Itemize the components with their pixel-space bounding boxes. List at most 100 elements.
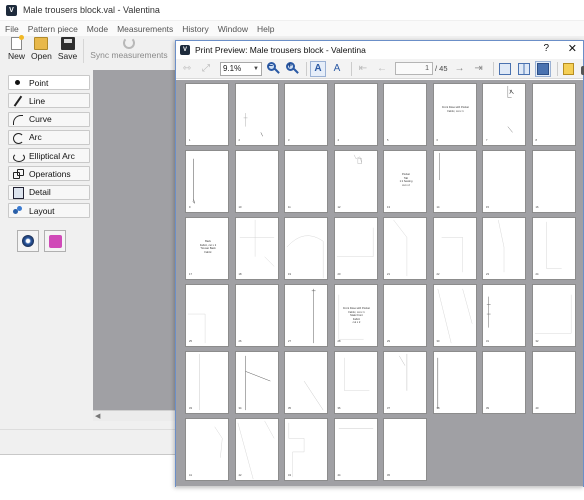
page-total: / 45	[435, 64, 448, 73]
page-thumbnail[interactable]: 24	[531, 217, 576, 280]
page-thumbnail[interactable]: 20	[333, 217, 378, 280]
page-thumbnail[interactable]: 12	[333, 150, 378, 213]
page-thumbnail[interactable]: 5	[383, 83, 427, 146]
scroll-left-icon[interactable]: ◀	[95, 412, 100, 420]
page-thumbnail[interactable]: 4	[333, 83, 378, 146]
close-button[interactable]: ✕	[568, 42, 577, 55]
first-page-icon[interactable]: ⇤	[355, 61, 371, 77]
pattern-outline	[244, 355, 270, 411]
page-thumbnail[interactable]: 19	[284, 217, 328, 280]
next-page-icon[interactable]: →	[452, 61, 468, 77]
tool-layout-button[interactable]: Layout	[8, 203, 90, 219]
page-thumbnail[interactable]: 25	[185, 284, 229, 347]
facing-pages-view-icon[interactable]	[516, 61, 532, 77]
page-thumbnail[interactable]: 45	[383, 418, 427, 481]
pattern-outline	[507, 85, 514, 133]
page-thumbnail[interactable]: 34	[234, 351, 279, 414]
page-thumbnail[interactable]: 43	[284, 418, 328, 481]
page-thumbnail[interactable]: 27	[284, 284, 328, 347]
tool-point-button[interactable]: Point	[8, 75, 90, 90]
page-thumbnail[interactable]: 21	[383, 217, 427, 280]
open-button[interactable]: Open	[31, 37, 52, 61]
tool-elliptical-arc-button[interactable]: Elliptical Arc	[8, 148, 90, 164]
page-thumbnail[interactable]: 35	[284, 351, 328, 414]
page-thumbnail[interactable]: 10	[234, 150, 279, 213]
page-thumbnail[interactable]: 42	[234, 418, 279, 481]
zoom-combo[interactable]: 9.1% ▼	[220, 61, 262, 76]
canvas-horizontal-scrollbar[interactable]: ◀	[93, 410, 178, 421]
overview-all-pages-icon[interactable]	[534, 60, 551, 77]
main-toolbar: New Open Save Sync measurements	[0, 35, 175, 67]
page-thumbnail[interactable]: 15	[482, 150, 526, 213]
last-page-icon[interactable]: ⇥	[471, 61, 487, 77]
page-thumbnail[interactable]: 26	[234, 284, 279, 347]
menu-file[interactable]: File	[5, 24, 19, 34]
menu-mode[interactable]: Mode	[87, 24, 108, 34]
tool-detail-button[interactable]: Detail	[8, 184, 90, 200]
page-thumbnail[interactable]: 32	[531, 284, 576, 347]
page-thumbnail[interactable]: 18	[234, 217, 279, 280]
help-button[interactable]: ?	[543, 43, 549, 54]
page-thumbnail[interactable]: Back Fabric, cut x 2 Trouser Back Fabric 17	[185, 217, 229, 280]
page-thumbnail[interactable]: 8	[531, 83, 576, 146]
portrait-icon[interactable]: A	[310, 60, 326, 77]
fit-width-icon[interactable]: ⇿	[179, 61, 195, 77]
page-thumbnail[interactable]: 3	[284, 83, 328, 146]
page-thumbnail[interactable]: 41	[185, 418, 229, 481]
page-number: 34	[238, 407, 242, 411]
page-thumbnail[interactable]: 29	[383, 284, 427, 347]
single-page-view-icon[interactable]	[497, 61, 513, 77]
tool-line-button[interactable]: Line	[8, 93, 90, 109]
page-number: 12	[337, 206, 341, 210]
page-thumbnail[interactable]: 38	[432, 351, 477, 414]
page-setup-icon[interactable]	[561, 61, 577, 77]
menu-help[interactable]: Help	[257, 24, 274, 34]
export-layout-icon[interactable]	[44, 230, 66, 252]
page-thumbnail[interactable]: 22	[432, 217, 477, 280]
page-thumbnail[interactable]: Pocket Tab 1:1 Sewing cut x 2 13	[383, 150, 427, 213]
tool-operations-button[interactable]: Operations	[8, 166, 90, 182]
tool-curve-button[interactable]: Curve	[8, 111, 90, 127]
page-thumbnail[interactable]: 31	[482, 284, 526, 347]
page-thumbnail[interactable]: 39	[482, 351, 526, 414]
page-thumbnail[interactable]: Front Dose with Pocket Fabric, cut x 1 Mal…	[333, 284, 378, 347]
page-label-text: Back Fabric, cut x 2 Trouser Back Fabric	[190, 240, 226, 254]
zoom-out-icon[interactable]: –	[265, 60, 281, 77]
page-thumbnail[interactable]: 7	[482, 83, 526, 146]
landscape-icon[interactable]: A	[329, 61, 345, 77]
fit-page-icon[interactable]: ⤢	[198, 61, 214, 77]
print-icon[interactable]	[580, 61, 584, 77]
dialog-title: Print Preview: Male trousers block - Val…	[195, 44, 366, 55]
menu-window[interactable]: Window	[218, 24, 248, 34]
page-thumbnail[interactable]: 33	[185, 351, 229, 414]
menu-measurements[interactable]: Measurements	[117, 24, 173, 34]
page-thumbnail[interactable]: Front Dose with Pocket Fabric, cut x 1 6	[432, 83, 477, 146]
page-thumbnail[interactable]: 14	[432, 150, 477, 213]
page-thumbnail[interactable]: 16	[531, 150, 576, 213]
page-thumbnail[interactable]: 9	[185, 150, 229, 213]
page-thumbnail[interactable]: 11	[284, 150, 328, 213]
menu-history[interactable]: History	[182, 24, 208, 34]
menu-pattern-piece[interactable]: Pattern piece	[28, 24, 78, 34]
previous-page-icon[interactable]: ←	[374, 61, 390, 77]
page-thumbnail[interactable]: 23	[482, 217, 526, 280]
pattern-outline	[438, 152, 440, 181]
zoom-in-icon[interactable]: +	[284, 60, 300, 77]
page-thumbnail[interactable]: 2	[234, 83, 279, 146]
drawing-canvas[interactable]	[93, 70, 178, 410]
print-preview-pages[interactable]: 1 2 3 4 5 Front Dose with Pocket Fabric, cut x…	[176, 80, 583, 486]
sync-measurements-button[interactable]: Sync measurements	[90, 37, 168, 60]
current-page-field[interactable]: 1	[395, 62, 433, 75]
page-thumbnail[interactable]: 40	[531, 351, 576, 414]
page-thumbnail[interactable]: 44	[333, 418, 378, 481]
new-button[interactable]: New	[8, 35, 25, 61]
tool-arc-button[interactable]: Arc	[8, 129, 90, 145]
layout-settings-icon[interactable]	[17, 230, 39, 252]
page-number: 6	[436, 139, 438, 143]
page-thumbnail[interactable]: 30	[432, 284, 477, 347]
arc-icon	[13, 132, 24, 145]
page-thumbnail[interactable]: 36	[333, 351, 378, 414]
page-thumbnail[interactable]: 1	[185, 83, 229, 146]
save-button[interactable]: Save	[58, 37, 77, 61]
page-thumbnail[interactable]: 37	[383, 351, 427, 414]
